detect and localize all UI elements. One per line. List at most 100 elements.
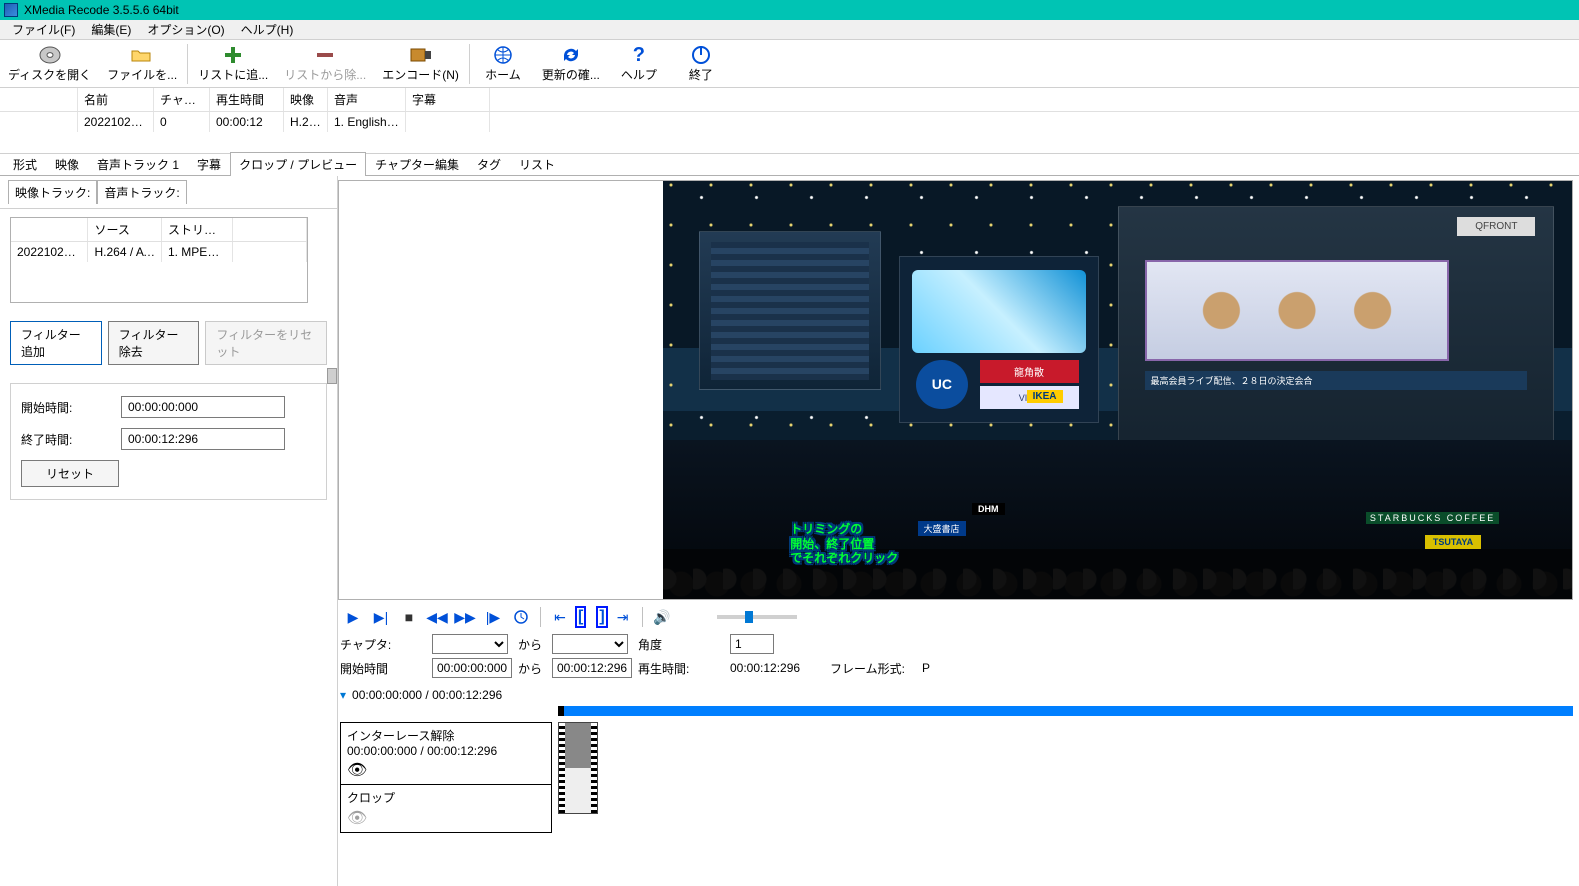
col-chapter[interactable]: チャプター <box>154 88 210 111</box>
forward-button[interactable]: ▶▶ <box>452 606 478 628</box>
tab-crop-preview[interactable]: クロップ / プレビュー <box>230 152 366 176</box>
duration-label: 再生時間: <box>638 660 730 677</box>
exit-label: 終了 <box>689 66 713 83</box>
filter-title: クロップ <box>347 789 545 806</box>
trim-time-panel: 開始時間: 終了時間: リセット <box>10 383 327 500</box>
filter-deinterlace[interactable]: インターレース解除 00:00:00:000 / 00:00:12:296 👁 <box>340 722 552 785</box>
step-forward-button[interactable]: |▶ <box>480 606 506 628</box>
tab-video[interactable]: 映像 <box>46 152 88 176</box>
update-label: 更新の確... <box>542 66 600 83</box>
jump-to-end-button[interactable]: ⇥ <box>610 606 636 628</box>
play-button[interactable]: ▶ <box>340 606 366 628</box>
eye-off-icon[interactable]: 👁 <box>347 808 545 828</box>
filter-buttons: フィルター追加 フィルター除去 フィルターをリセット <box>10 321 327 365</box>
clock-button[interactable] <box>508 606 534 628</box>
jump-to-start-button[interactable]: ⇤ <box>547 606 573 628</box>
filter-crop[interactable]: クロップ 👁 <box>340 785 552 833</box>
menu-edit[interactable]: 編集(E) <box>83 19 139 40</box>
col-name[interactable]: 名前 <box>78 88 154 111</box>
eye-icon[interactable]: 👁 <box>347 760 545 780</box>
col-playtime[interactable]: 再生時間 <box>210 88 284 111</box>
add-list-label: リストに追... <box>198 66 268 83</box>
col-source[interactable]: ソース <box>88 218 162 241</box>
col-video[interactable]: 映像 <box>284 88 328 111</box>
volume-icon[interactable]: 🔊 <box>649 606 675 628</box>
scrollbar-thumb[interactable] <box>327 368 337 384</box>
filter-remove-button[interactable]: フィルター除去 <box>108 321 200 365</box>
tab-list[interactable]: リスト <box>510 152 564 176</box>
encode-label: エンコード(N) <box>382 66 459 83</box>
menu-bar: ファイル(F) 編集(E) オプション(O) ヘルプ(H) <box>0 20 1579 40</box>
timeline-track[interactable] <box>558 706 1573 716</box>
col-blank2[interactable] <box>233 218 307 241</box>
filter-stack: インターレース解除 00:00:00:000 / 00:00:12:296 👁 … <box>340 722 1577 833</box>
help-button[interactable]: ? ヘルプ <box>608 41 670 87</box>
tab-audio-track-1[interactable]: 音声トラック 1 <box>88 152 188 176</box>
reset-button[interactable]: リセット <box>21 460 119 487</box>
set-in-point-button[interactable]: [ <box>575 606 586 628</box>
end-time-input[interactable] <box>121 428 285 450</box>
volume-thumb[interactable] <box>745 611 753 623</box>
chapter-to-select[interactable] <box>552 634 628 654</box>
cell-subtitle <box>406 112 490 132</box>
filter-add-button[interactable]: フィルター追加 <box>10 321 102 365</box>
col-stream[interactable]: ストリーム <box>162 218 234 241</box>
tab-subtitle[interactable]: 字幕 <box>188 152 230 176</box>
col-blank[interactable] <box>11 218 88 241</box>
angle-label: 角度 <box>638 636 730 653</box>
player-start-input[interactable] <box>432 658 512 678</box>
preview-video-frame[interactable]: UC 龍角散 VISA QFRONT 最高会員ライブ配信、２８日の決定会合 IK… <box>663 181 1572 599</box>
preview-panel: UC 龍角散 VISA QFRONT 最高会員ライブ配信、２８日の決定会合 IK… <box>338 176 1579 886</box>
volume-slider[interactable] <box>717 615 797 619</box>
help-label: ヘルプ <box>621 66 657 83</box>
home-button[interactable]: ホーム <box>472 41 534 87</box>
stop-button[interactable]: ■ <box>396 606 422 628</box>
ad-red: 龍角散 <box>980 360 1079 383</box>
col-blank[interactable] <box>0 88 78 111</box>
player-end-input[interactable] <box>552 658 632 678</box>
left-panel: 映像トラック: 音声トラック: ソース ストリーム 20221021_2... … <box>0 176 338 886</box>
open-disc-label: ディスクを開く <box>8 66 91 83</box>
tab-video-track[interactable]: 映像トラック: <box>8 180 97 204</box>
encode-button[interactable]: エンコード(N) <box>374 41 467 87</box>
remove-list-label: リストから除... <box>284 66 366 83</box>
cell-playtime: 00:00:12 <box>210 112 284 132</box>
add-list-button[interactable]: リストに追... <box>190 41 276 87</box>
duration-value: 00:00:12:296 <box>730 661 830 675</box>
window-title: XMedia Recode 3.5.5.6 64bit <box>24 3 179 17</box>
cell-stream: 1. MPEG-4 ... <box>162 242 234 262</box>
col-audio[interactable]: 音声 <box>328 88 406 111</box>
track-row[interactable]: 20221021_2... H.264 / AV... 1. MPEG-4 ..… <box>11 242 307 262</box>
tab-audio-track[interactable]: 音声トラック: <box>97 180 186 204</box>
cell-chapter: 0 <box>154 112 210 132</box>
rewind-button[interactable]: ◀◀ <box>424 606 450 628</box>
help-icon: ? <box>626 44 652 66</box>
col-subtitle[interactable]: 字幕 <box>406 88 490 111</box>
next-frame-button[interactable]: ▶| <box>368 606 394 628</box>
tab-chapter-edit[interactable]: チャプター編集 <box>366 152 468 176</box>
start-time-label: 開始時間 <box>340 660 432 677</box>
menu-file[interactable]: ファイル(F) <box>4 19 83 40</box>
blue-sign: 大盛書店 <box>918 521 966 536</box>
update-button[interactable]: 更新の確... <box>534 41 608 87</box>
frame-format-label: フレーム形式: <box>830 660 922 677</box>
main-toolbar: ディスクを開く ファイルを... リストに追... リストから除... エンコー… <box>0 40 1579 88</box>
folder-icon <box>129 44 155 66</box>
overlay-line-3: でそれぞれクリック <box>790 551 898 565</box>
open-disc-button[interactable]: ディスクを開く <box>0 41 99 87</box>
exit-button[interactable]: 終了 <box>670 41 732 87</box>
set-out-point-button[interactable]: ] <box>596 606 607 628</box>
file-row[interactable]: 20221021_... 0 00:00:12 H.26... 1. Engli… <box>0 112 1579 132</box>
chapter-from-select[interactable] <box>432 634 508 654</box>
globe-icon <box>490 44 516 66</box>
open-file-button[interactable]: ファイルを... <box>99 41 185 87</box>
tab-format[interactable]: 形式 <box>4 152 46 176</box>
angle-spinner[interactable]: 1 <box>730 634 774 654</box>
chevron-down-icon[interactable]: ▾ <box>340 688 346 702</box>
tab-tag[interactable]: タグ <box>468 152 510 176</box>
menu-option[interactable]: オプション(O) <box>139 19 232 40</box>
uc-logo: UC <box>916 360 967 410</box>
home-label: ホーム <box>485 66 521 83</box>
menu-help[interactable]: ヘルプ(H) <box>233 19 302 40</box>
start-time-input[interactable] <box>121 396 285 418</box>
